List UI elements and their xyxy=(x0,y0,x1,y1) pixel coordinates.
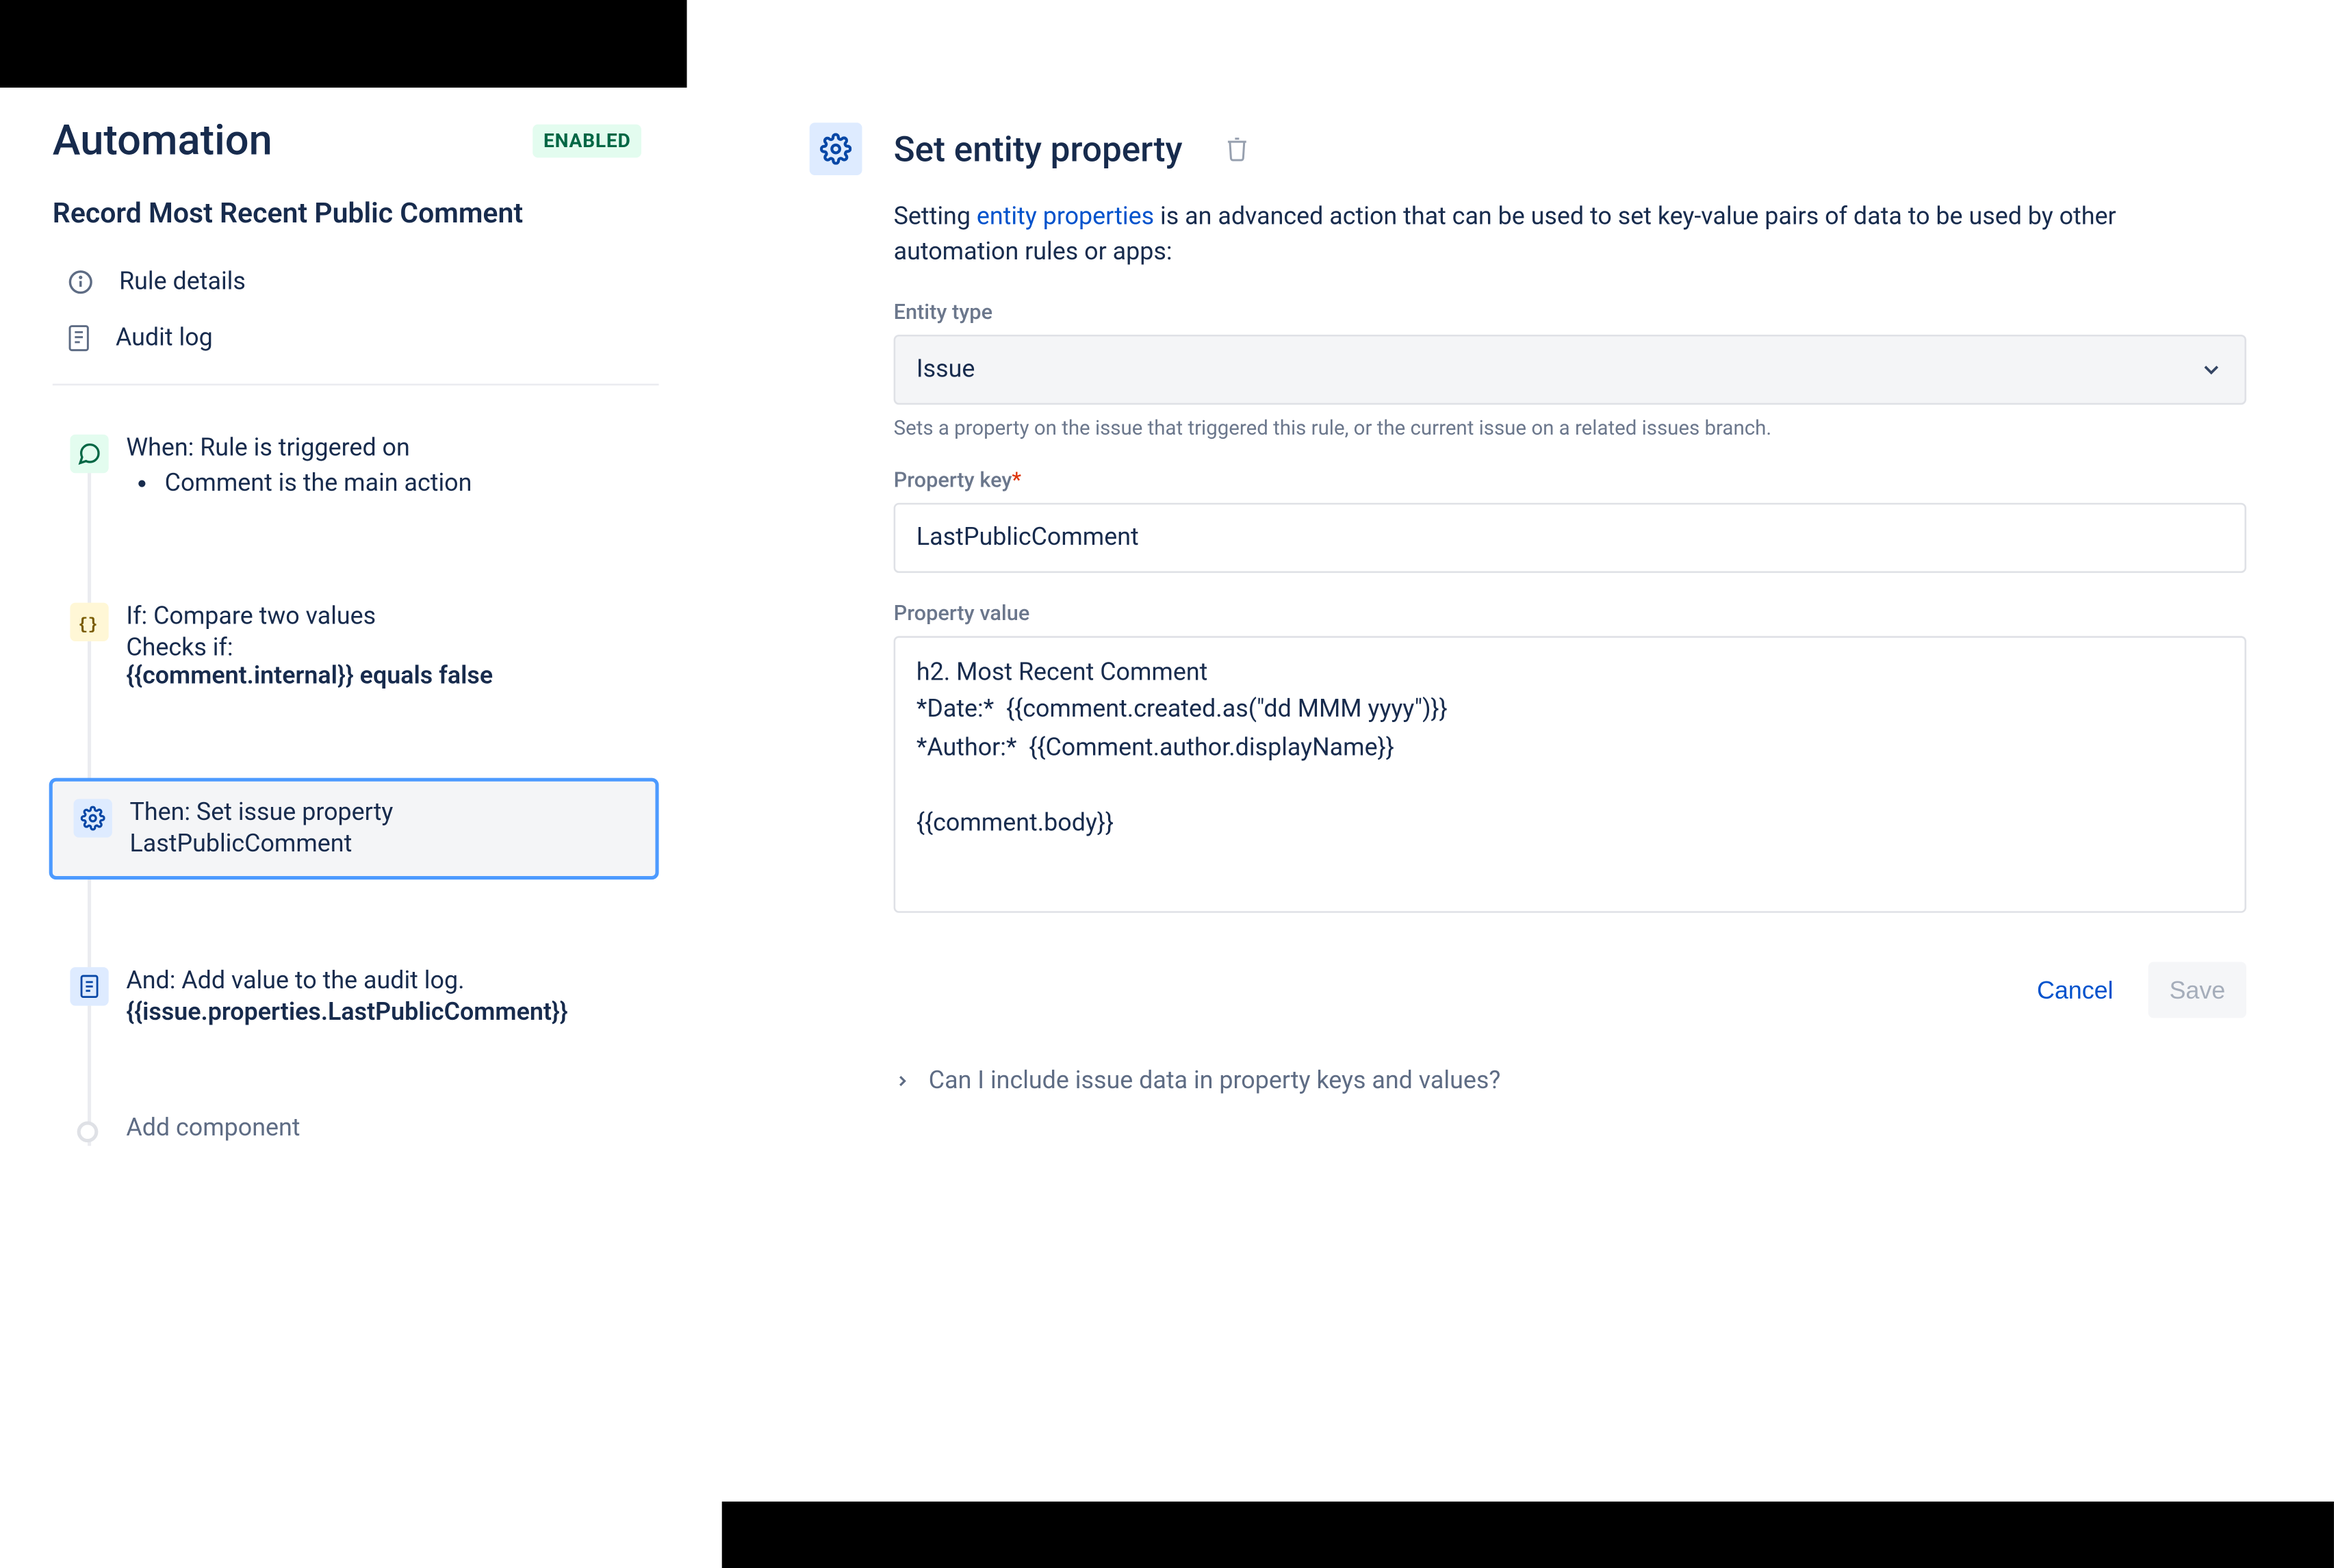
entity-type-value: Issue xyxy=(916,355,975,383)
action-title: Then: Set issue property xyxy=(129,799,637,827)
entity-type-helper: Sets a property on the issue that trigge… xyxy=(894,415,2246,439)
help-expander[interactable]: Can I include issue data in property key… xyxy=(894,1066,2246,1094)
nav-audit-log-label: Audit log xyxy=(116,324,213,352)
sidebar: Automation ENABLED Record Most Recent Pu… xyxy=(0,88,687,1188)
nav-audit-log[interactable]: Audit log xyxy=(53,310,659,366)
status-badge: ENABLED xyxy=(533,123,641,157)
entity-type-select[interactable]: Issue xyxy=(894,334,2246,404)
trigger-icon xyxy=(70,435,108,473)
panel-title: Set entity property xyxy=(894,128,1183,170)
timeline-trigger[interactable]: When: Rule is triggered on Comment is th… xyxy=(53,417,659,515)
log-sub: {{issue.properties.LastPublicComment}} xyxy=(126,999,641,1027)
property-value-textarea[interactable] xyxy=(894,635,2246,912)
help-expander-label: Can I include issue data in property key… xyxy=(929,1066,1501,1094)
log-icon xyxy=(66,324,91,352)
add-component[interactable]: Add component xyxy=(53,1097,659,1160)
action-sub: LastPublicComment xyxy=(129,830,637,858)
log-action-icon xyxy=(70,967,108,1005)
timeline-condition[interactable]: {} If: Compare two values Checks if: {{c… xyxy=(53,585,659,708)
log-title: And: Add value to the audit log. xyxy=(126,967,641,995)
trigger-sub: Comment is the main action xyxy=(126,470,641,498)
condition-line2: {{comment.internal}} equals false xyxy=(126,663,641,691)
condition-line1: Checks if: xyxy=(126,634,641,663)
property-key-input[interactable] xyxy=(894,502,2246,572)
required-star: * xyxy=(1012,467,1021,491)
sidebar-title: Automation xyxy=(53,116,272,165)
nav-rule-details[interactable]: Rule details xyxy=(53,254,659,310)
divider xyxy=(53,384,659,386)
property-value-label: Property value xyxy=(894,600,2246,625)
condition-icon: {} xyxy=(70,603,108,641)
redaction-block-top xyxy=(0,0,687,88)
property-key-label: Property key* xyxy=(894,467,2246,491)
action-icon xyxy=(74,799,112,837)
chevron-right-icon xyxy=(894,1072,912,1090)
add-component-label: Add component xyxy=(126,1114,300,1142)
gear-icon xyxy=(810,123,862,175)
main-panel: Set entity property Setting entity prope… xyxy=(687,88,2334,1188)
svg-text:{}: {} xyxy=(78,615,98,634)
add-component-dot xyxy=(77,1121,99,1142)
chevron-down-icon xyxy=(2199,357,2224,381)
cancel-button[interactable]: Cancel xyxy=(2016,961,2134,1017)
trigger-title: When: Rule is triggered on xyxy=(126,435,641,463)
condition-title: If: Compare two values xyxy=(126,603,641,631)
nav-rule-details-label: Rule details xyxy=(119,268,246,296)
redaction-block-bottom xyxy=(722,1502,2334,1568)
entity-properties-link[interactable]: entity properties xyxy=(977,203,1154,231)
rule-timeline: When: Rule is triggered on Comment is th… xyxy=(53,417,659,1159)
panel-description: Setting entity properties is an advanced… xyxy=(894,200,2246,271)
timeline-action-selected[interactable]: Then: Set issue property LastPublicComme… xyxy=(49,778,659,879)
trash-icon[interactable] xyxy=(1224,135,1249,163)
entity-type-label: Entity type xyxy=(894,299,2246,324)
timeline-log[interactable]: And: Add value to the audit log. {{issue… xyxy=(53,950,659,1044)
rule-name[interactable]: Record Most Recent Public Comment xyxy=(53,196,659,230)
save-button: Save xyxy=(2149,961,2246,1017)
info-icon xyxy=(66,268,94,296)
